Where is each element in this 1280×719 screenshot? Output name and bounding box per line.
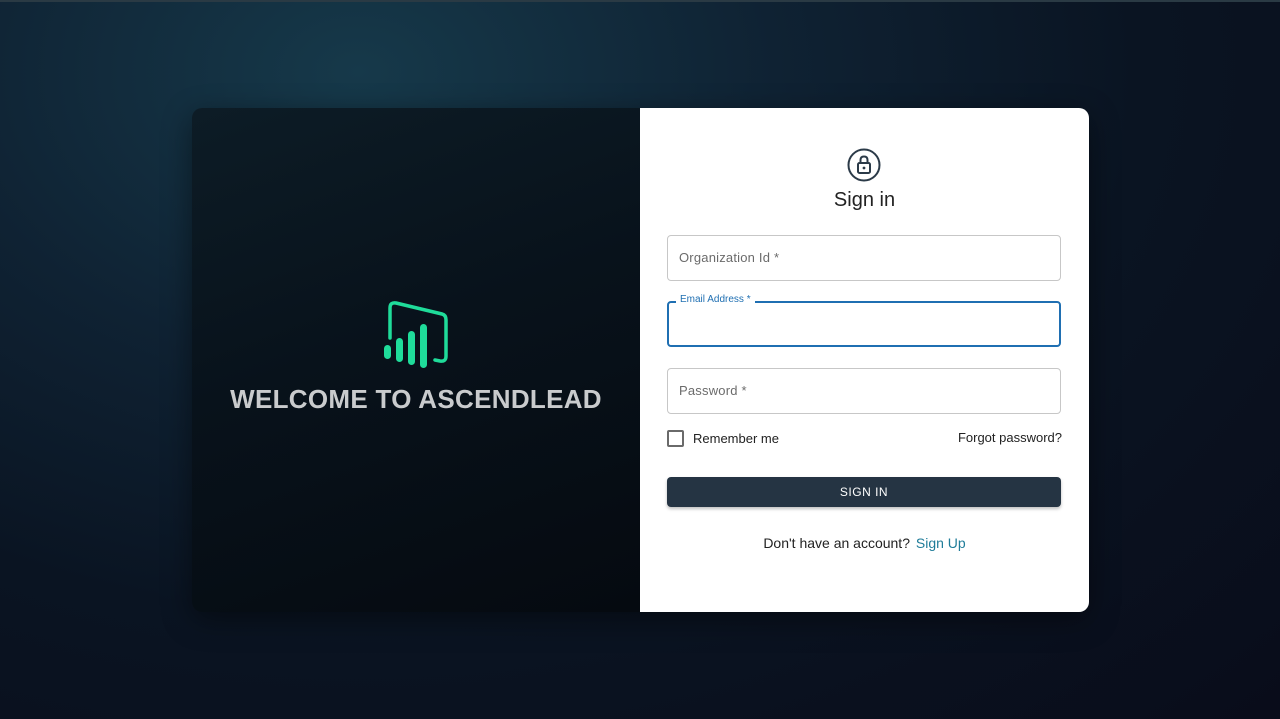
bar-chart-logo-icon xyxy=(384,301,448,368)
remember-me-checkbox[interactable] xyxy=(667,430,684,447)
signup-row: Don't have an account? Sign Up xyxy=(640,535,1089,551)
lock-icon xyxy=(847,148,881,182)
organization-id-field[interactable]: Organization Id * xyxy=(667,235,1061,281)
remember-me[interactable]: Remember me xyxy=(667,430,779,447)
login-card: WELCOME TO ASCENDLEAD Sign in Organizati… xyxy=(192,108,1089,612)
welcome-panel: WELCOME TO ASCENDLEAD xyxy=(192,108,640,612)
sign-up-link[interactable]: Sign Up xyxy=(916,535,966,551)
email-field[interactable]: Email Address * xyxy=(667,294,1061,347)
sign-in-button[interactable]: SIGN IN xyxy=(667,477,1061,507)
top-border xyxy=(0,0,1280,2)
forgot-password-link[interactable]: Forgot password? xyxy=(958,430,1062,445)
signin-panel: Sign in Organization Id * Email Address … xyxy=(640,108,1089,612)
password-input[interactable] xyxy=(678,379,1050,405)
email-label: Email Address * xyxy=(676,294,755,305)
remember-me-label: Remember me xyxy=(693,431,779,446)
password-field[interactable]: Password * xyxy=(667,368,1061,414)
organization-id-input[interactable] xyxy=(678,246,1050,272)
no-account-text: Don't have an account? xyxy=(763,535,910,551)
signin-title: Sign in xyxy=(833,189,896,211)
welcome-heading: WELCOME TO ASCENDLEAD xyxy=(230,384,602,414)
email-input[interactable] xyxy=(679,313,1049,337)
